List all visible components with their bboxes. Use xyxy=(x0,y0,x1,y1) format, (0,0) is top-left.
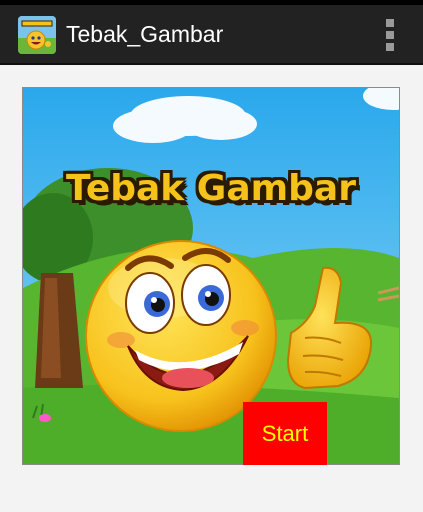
menu-dot xyxy=(386,43,394,51)
smiley-app-icon xyxy=(18,16,56,54)
menu-dot xyxy=(386,31,394,39)
action-bar: Tebak_Gambar xyxy=(0,5,423,65)
app-icon xyxy=(18,16,56,54)
app-title: Tebak_Gambar xyxy=(66,21,224,47)
banner-image: Tebak Gambar xyxy=(22,87,400,465)
menu-dot xyxy=(386,19,394,27)
smiley-face-thumbs-up-illustration xyxy=(23,88,399,464)
overflow-menu-icon[interactable] xyxy=(383,19,397,51)
banner-title: Tebak Gambar xyxy=(66,168,356,209)
start-button[interactable]: Start xyxy=(243,402,327,465)
